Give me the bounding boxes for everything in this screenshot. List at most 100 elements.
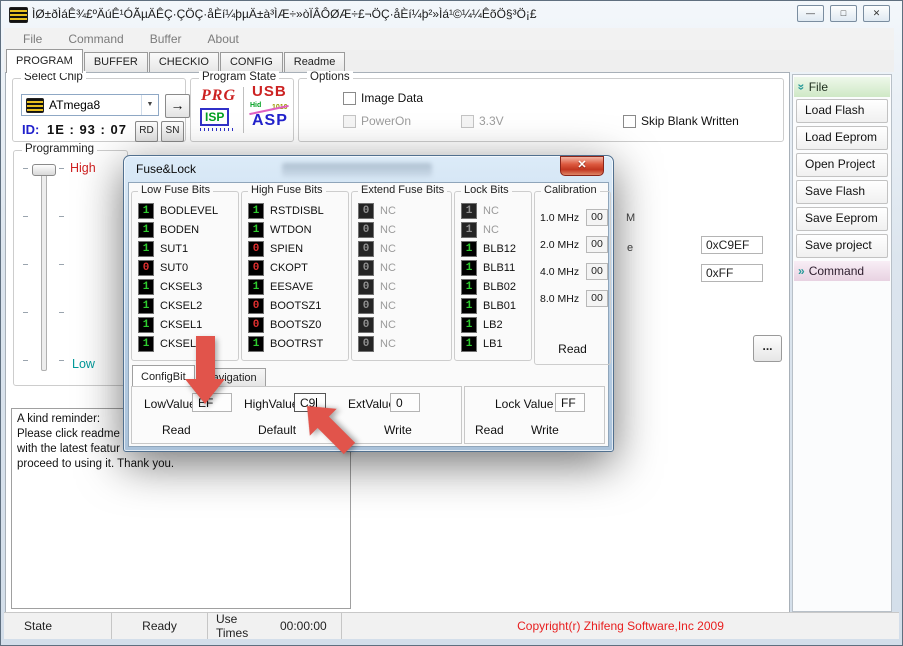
menu-item[interactable]: About [197,30,250,48]
tab[interactable]: PROGRAM [6,49,83,73]
calibration-read-button[interactable]: Read [535,342,610,356]
menu-item[interactable]: Command [57,30,134,48]
bit-value-led[interactable]: 1 [138,298,154,314]
minimize-button[interactable]: — [797,5,824,22]
bit-value-led[interactable]: 0 [138,260,154,276]
calibration-value-field[interactable]: 00 [586,209,608,226]
bit-value-led[interactable]: 1 [248,336,264,352]
maximize-button[interactable]: □ [830,5,857,22]
dialog-close-button[interactable]: ✕ [560,156,604,176]
checkbox-icon[interactable] [623,115,636,128]
bit-value-led[interactable]: 1 [461,222,477,238]
lock-value-field[interactable]: FF [555,393,585,412]
fuse-bit-row[interactable]: 0 CKOPT [242,258,348,277]
fuse-bit-row[interactable]: 1 WTDON [242,220,348,239]
bit-value-led[interactable]: 0 [248,260,264,276]
bit-value-led[interactable]: 1 [248,279,264,295]
calibration-value-field[interactable]: 00 [586,290,608,307]
tab[interactable]: BUFFER [84,52,148,72]
lock-word-field[interactable]: 0xFF [701,264,763,282]
lock-bit-row[interactable]: 1 BLB12 [455,239,531,258]
fuse-bit-row[interactable]: 1 CKSEL3 [132,277,238,296]
fuse-bit-row[interactable]: 1 BOOTRST [242,334,348,353]
fuse-bit-row[interactable]: 1 SUT1 [132,239,238,258]
bit-value-led[interactable]: 1 [461,203,477,219]
fuse-bit-row[interactable]: 1 CKSEL2 [132,296,238,315]
bit-value-led[interactable]: 1 [248,222,264,238]
checkbox-icon[interactable] [343,92,356,105]
tab[interactable]: Readme [284,52,346,72]
tab[interactable]: CHECKIO [149,52,219,72]
fuse-bit-row[interactable]: 0 SPIEN [242,239,348,258]
ext-value-field[interactable]: 0 [390,393,420,412]
speed-slider-thumb[interactable] [32,164,56,176]
bit-value-led[interactable]: 1 [138,203,154,219]
calibration-row: 2.0 MHz 00 [535,231,610,258]
lock-bit-row[interactable]: 1 LB2 [455,315,531,334]
sidebar-button[interactable]: Open Project [796,153,888,177]
lock-bit-row[interactable]: 1 BLB02 [455,277,531,296]
lock-bit-row[interactable]: 1 BLB11 [455,258,531,277]
bit-value-led[interactable]: 1 [138,317,154,333]
bit-value-led[interactable]: 1 [138,279,154,295]
bit-value-led[interactable]: 1 [138,241,154,257]
bit-value-led[interactable]: 1 [138,222,154,238]
lock-bit-row[interactable]: 1 NC [455,201,531,220]
menu-item[interactable]: File [12,30,53,48]
fuse-bit-row[interactable]: 0 SUT0 [132,258,238,277]
lock-bit-row[interactable]: 1 LB1 [455,334,531,353]
bit-value-led[interactable]: 1 [461,260,477,276]
bit-value-led[interactable]: 0 [248,298,264,314]
tab[interactable]: CONFIG [220,52,283,72]
fuse-bit-row[interactable]: 1 CKSEL1 [132,315,238,334]
calibration-value-field[interactable]: 00 [586,236,608,253]
fuse-bit-row[interactable]: 0 BOOTSZ1 [242,296,348,315]
sidebar-button[interactable]: Save project [796,234,888,258]
bit-value-led[interactable]: 1 [138,336,154,352]
fuse-bit-row[interactable]: 1 BODEN [132,220,238,239]
fuse-bit-row[interactable]: 1 BODLEVEL [132,201,238,220]
chip-select-dropdown[interactable]: ATmega8 ▼ [21,94,159,116]
sidebar-button[interactable]: Save Eeprom [796,207,888,231]
sn-button[interactable]: SN [161,121,184,142]
sidebar-button[interactable]: Load Flash [796,99,888,123]
bit-value-led[interactable]: 1 [461,298,477,314]
fuse-bit-row[interactable]: 1 RSTDISBL [242,201,348,220]
speed-slider-track[interactable] [41,167,47,371]
close-button[interactable]: ✕ [863,5,890,22]
bit-value-led[interactable]: 1 [461,241,477,257]
bit-value-led[interactable]: 1 [461,336,477,352]
sidebar-button[interactable]: Save Flash [796,180,888,204]
rd-button[interactable]: RD [135,121,158,142]
tab-bar: PROGRAMBUFFERCHECKIOCONFIGReadme [4,50,894,72]
fuse-write-button[interactable]: Write [384,423,412,437]
programming-label: Programming [22,143,97,155]
bit-value-led[interactable]: 1 [248,203,264,219]
lock-bit-row[interactable]: 1 BLB01 [455,296,531,315]
bit-value-led[interactable]: 1 [461,317,477,333]
fuse-bit-row[interactable]: 1 EESAVE [242,277,348,296]
lock-write-button[interactable]: Write [531,423,559,437]
fuse-read-button[interactable]: Read [162,423,191,437]
calibration-value-field[interactable]: 00 [586,263,608,280]
menu-item[interactable]: Buffer [139,30,193,48]
bit-value-led[interactable]: 0 [248,317,264,333]
lock-read-button[interactable]: Read [475,423,504,437]
bit-value-led[interactable]: 0 [248,241,264,257]
fuse-default-button[interactable]: Default [258,423,296,437]
chevron-down-icon[interactable]: ▼ [141,95,158,115]
sidebar-command-header[interactable]: »Command [794,261,890,281]
skip-blank-checkbox[interactable]: Skip Blank Written [623,114,739,128]
fuse-bit-row[interactable]: 0 BOOTSZ0 [242,315,348,334]
bit-value-led[interactable]: 1 [461,279,477,295]
fuse-bit-row[interactable]: 1 CKSEL0 [132,334,238,353]
sidebar-file-header[interactable]: »File [794,77,890,97]
sidebar-button[interactable]: Load Eeprom [796,126,888,150]
more-button[interactable]: ... [753,335,782,362]
image-data-checkbox[interactable]: Image Data [343,91,423,105]
bit-label: NC [380,262,396,274]
title-bar[interactable]: ÌØ±ðÌáÊ¾£ºÄúÊ¹ÓÃµÄÊÇ·ÇÖÇ·åÈí¼þµÄ±à³ÌÆ÷»ò… [0,0,903,28]
apply-chip-button[interactable]: → [165,94,190,118]
lock-bit-row[interactable]: 1 NC [455,220,531,239]
fuse-word-field[interactable]: 0xC9EF [701,236,763,254]
